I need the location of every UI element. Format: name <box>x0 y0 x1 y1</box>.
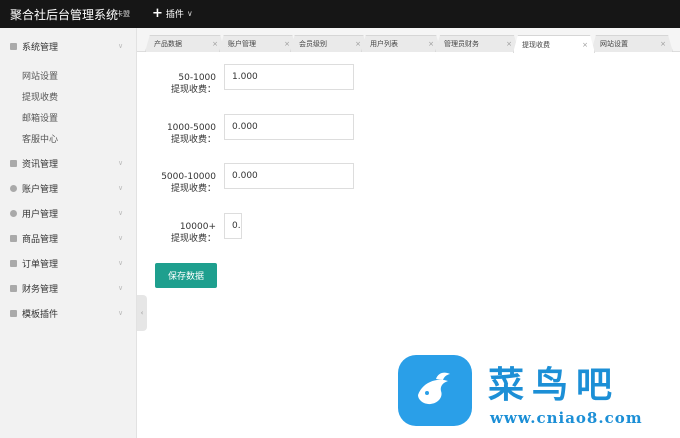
sidebar-item-system[interactable]: 系统管理 ∨ <box>0 34 137 58</box>
tab-site-settings[interactable]: 网站设置 × <box>591 35 673 52</box>
top-bar: 聚合社后台管理系统 卡盟 + 插件 ∨ <box>0 0 680 28</box>
watermark-url: www.cniao8.com <box>490 409 643 427</box>
fee-row-4-input[interactable]: 0. <box>224 213 242 239</box>
chevron-down-icon: ∨ <box>118 184 124 192</box>
tab-label: 网站设置 <box>600 40 628 48</box>
sidebar-collapse-handle[interactable]: ‹ <box>137 295 147 331</box>
plugin-menu[interactable]: + 插件 ∨ <box>152 5 193 21</box>
save-button[interactable]: 保存数据 <box>155 263 217 288</box>
close-icon[interactable]: × <box>355 40 361 48</box>
fee-row-1-label: 50-1000 提现收费： <box>150 72 216 96</box>
fee-row-2-label: 1000-5000 提现收费： <box>150 122 216 146</box>
watermark-logo <box>398 355 472 426</box>
sidebar: 系统管理 ∨ 网站设置 提现收费 邮箱设置 客服中心 资讯管理 ∨ 账户管理 ∨… <box>0 28 137 438</box>
sidebar-subitem-withdraw-fee[interactable]: 提现收费 <box>22 90 58 103</box>
sidebar-subitem-site-settings[interactable]: 网站设置 <box>22 69 58 82</box>
sidebar-item-label: 系统管理 <box>22 42 59 53</box>
close-icon[interactable]: × <box>428 40 434 48</box>
fee-row-3-label: 5000-10000 提现收费： <box>150 171 216 195</box>
fee-row-1-caption: 提现收费： <box>170 85 216 95</box>
plus-icon: + <box>152 5 163 21</box>
sidebar-item-accounts[interactable]: 账户管理 ∨ <box>0 176 137 200</box>
chevron-down-icon: ∨ <box>118 159 124 167</box>
tab-member-level[interactable]: 会员级别 × <box>290 35 368 52</box>
users-icon <box>10 209 17 217</box>
sidebar-item-users[interactable]: 用户管理 ∨ <box>0 201 137 225</box>
fee-row-2-range: 1000-5000 <box>166 123 216 133</box>
fee-row-4-label: 10000+ 提现收费： <box>150 221 216 245</box>
tab-label: 账户管理 <box>228 40 256 48</box>
tab-withdraw-fee[interactable]: 提现收费 × <box>513 35 595 53</box>
template-icon <box>10 309 17 317</box>
close-icon[interactable]: × <box>582 41 588 49</box>
system-icon <box>10 42 17 50</box>
close-icon[interactable]: × <box>660 40 666 48</box>
fee-row-1-range: 50-1000 <box>178 73 216 83</box>
tab-label: 产品数据 <box>154 40 182 48</box>
close-icon[interactable]: × <box>506 40 512 48</box>
order-icon <box>10 259 17 267</box>
watermark-title: 菜鸟吧 <box>488 364 621 406</box>
fee-row-2-input[interactable]: 0.000 <box>224 114 354 140</box>
tab-label: 管理员财务 <box>444 40 479 48</box>
sidebar-item-label: 订单管理 <box>22 259 59 270</box>
news-icon <box>10 159 17 167</box>
user-icon <box>10 184 17 192</box>
fee-row-4-range: 10000+ <box>179 222 216 232</box>
sidebar-item-label: 模板插件 <box>22 309 59 320</box>
product-icon <box>10 234 17 242</box>
sidebar-item-finance[interactable]: 财务管理 ∨ <box>0 276 137 300</box>
fee-row-3-range: 5000-10000 <box>161 172 216 182</box>
tab-account-management[interactable]: 账户管理 × <box>219 35 297 52</box>
chevron-down-icon: ∨ <box>118 284 124 292</box>
close-icon[interactable]: × <box>284 40 290 48</box>
tab-label: 会员级别 <box>299 40 327 48</box>
tab-user-list[interactable]: 用户列表 × <box>361 35 441 52</box>
sidebar-item-label: 用户管理 <box>22 209 59 220</box>
tab-admin-finance[interactable]: 管理员财务 × <box>435 35 519 52</box>
sidebar-item-label: 账户管理 <box>22 184 59 195</box>
sidebar-item-label: 财务管理 <box>22 284 59 295</box>
fee-row-1-input[interactable]: 1.000 <box>224 64 354 90</box>
sidebar-subitem-email-settings[interactable]: 邮箱设置 <box>22 111 58 124</box>
chevron-down-icon: ∨ <box>118 42 124 50</box>
sidebar-subitem-service-center[interactable]: 客服中心 <box>22 132 58 145</box>
fee-row-4-caption: 提现收费： <box>170 234 216 244</box>
tab-bar: 产品数据 × 账户管理 × 会员级别 × 用户列表 × 管理员财务 × 提现收费… <box>137 28 680 53</box>
tab-product-data[interactable]: 产品数据 × <box>145 35 225 52</box>
sidebar-item-label: 商品管理 <box>22 234 59 245</box>
tab-label: 提现收费 <box>522 40 550 49</box>
chevron-down-icon: ∨ <box>118 234 124 242</box>
chevron-down-icon: ∨ <box>118 309 124 317</box>
fee-row-3-input[interactable]: 0.000 <box>224 163 354 189</box>
sidebar-item-news[interactable]: 资讯管理 ∨ <box>0 151 137 175</box>
sidebar-item-orders[interactable]: 订单管理 ∨ <box>0 251 137 275</box>
chevron-down-icon: ∨ <box>118 209 124 217</box>
finance-icon <box>10 284 17 292</box>
fee-row-2-caption: 提现收费： <box>170 135 216 145</box>
tab-label: 用户列表 <box>370 40 398 48</box>
chevron-left-icon: ‹ <box>140 309 144 317</box>
chevron-down-icon: ∨ <box>118 259 124 267</box>
sidebar-item-label: 资讯管理 <box>22 159 59 170</box>
chevron-down-icon: ∨ <box>186 9 193 18</box>
sidebar-item-templates[interactable]: 模板插件 ∨ <box>0 301 137 325</box>
app-title: 聚合社后台管理系统 <box>10 8 119 22</box>
sidebar-item-products[interactable]: 商品管理 ∨ <box>0 226 137 250</box>
plugin-menu-label: 插件 <box>165 10 184 20</box>
fee-row-3-caption: 提现收费： <box>170 184 216 194</box>
close-icon[interactable]: × <box>212 40 218 48</box>
app-subtitle: 卡盟 <box>116 10 130 18</box>
bird-icon <box>418 372 450 405</box>
